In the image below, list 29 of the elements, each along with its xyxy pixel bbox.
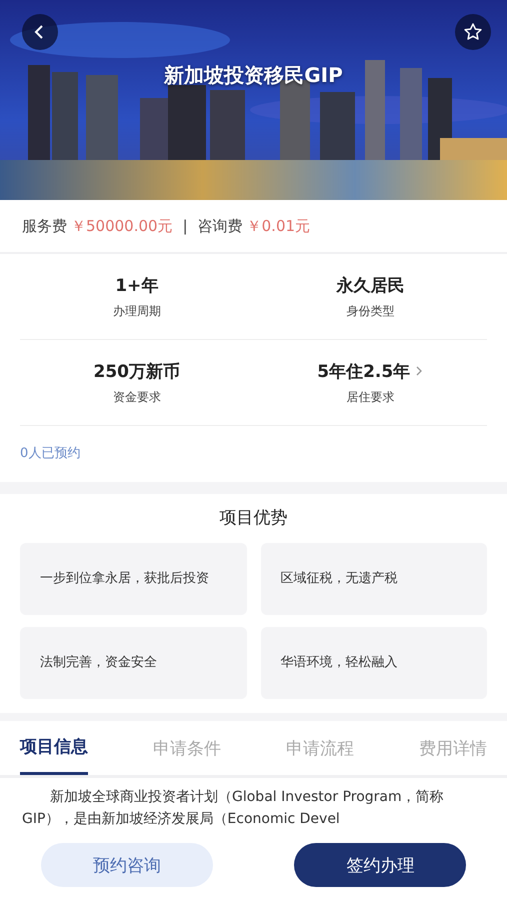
tab[interactable]: 费用详情 (419, 721, 487, 775)
advantage-card: 法制完善，资金安全 (20, 627, 246, 699)
tab[interactable]: 项目信息 (20, 721, 88, 775)
advantage-card: 华语环境，轻松融入 (260, 627, 487, 699)
stat-label: 资金要求 (112, 388, 161, 406)
stat-value: 永久居民 (336, 274, 404, 296)
advantage-card: 一步到位拿永居，获批后投资 (20, 543, 246, 615)
fee-amount: ￥50000.00元 (71, 216, 173, 236)
stat-value: 5年住2.5年 (317, 360, 410, 382)
chevron-icon[interactable] (416, 366, 424, 376)
sign-button[interactable]: 签约办理 (294, 843, 466, 887)
consult-button[interactable]: 预约咨询 (40, 843, 213, 887)
booked-count: 0人已预约 (20, 445, 82, 463)
separator-text: | (182, 217, 188, 235)
stat-label: 身份类型 (346, 302, 394, 320)
stat-value: 1+年 (115, 274, 158, 296)
stat-label: 办理周期 (112, 302, 161, 320)
page-title: 新加坡投资移民GIP (164, 62, 343, 89)
fee-amount: ￥0.01元 (246, 216, 310, 236)
advantage-card: 区域征税，无遗产税 (260, 543, 487, 615)
fee-label: 服务费 (22, 216, 67, 236)
intro-paragraph: 新加坡全球商业投资者计划（Global Investor Program，简称GIP），是由新加坡经济发展局（Economic Devel (0, 778, 507, 836)
stat-value: 250万新币 (94, 360, 180, 382)
star-icon[interactable] (463, 22, 483, 42)
fee-label: 咨询费 (198, 216, 243, 236)
tab[interactable]: 申请流程 (286, 721, 354, 775)
section-title: 项目优势 (218, 507, 288, 529)
stat-label: 居住要求 (346, 388, 394, 406)
tab[interactable]: 申请条件 (153, 721, 221, 775)
